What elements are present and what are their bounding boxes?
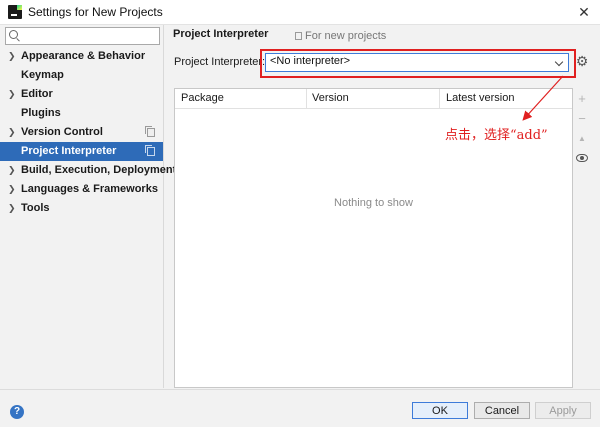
- sidebar-item-label: Languages & Frameworks: [21, 183, 158, 195]
- sidebar-item-plugins[interactable]: Plugins: [0, 104, 163, 123]
- copy-icon: [145, 145, 155, 156]
- settings-sidebar: ❯ Appearance & Behavior Keymap ❯ Editor Plugi…: [0, 25, 176, 388]
- sidebar-item-build-execution-deployment[interactable]: ❯ Build, Execution, Deployment: [0, 161, 176, 180]
- settings-search-input[interactable]: [22, 28, 154, 44]
- settings-search-box[interactable]: [5, 27, 160, 45]
- help-icon[interactable]: ?: [10, 405, 24, 419]
- chevron-right-icon[interactable]: ❯: [8, 199, 16, 218]
- sidebar-item-tools[interactable]: ❯ Tools: [0, 199, 163, 218]
- close-button[interactable]: ✕: [574, 2, 594, 22]
- chevron-right-icon[interactable]: ❯: [8, 161, 16, 180]
- sidebar-item-languages-frameworks[interactable]: ❯ Languages & Frameworks: [0, 180, 163, 199]
- chevron-right-icon[interactable]: ❯: [8, 123, 16, 142]
- dropdown-arrow-button[interactable]: [552, 54, 566, 71]
- sidebar-item-label: Version Control: [21, 126, 103, 138]
- interpreter-dropdown-value: <No interpreter>: [270, 55, 351, 67]
- settings-content-panel: Project Interpreter For new projects Pro…: [164, 25, 600, 388]
- add-package-icon[interactable]: +: [575, 92, 589, 106]
- apply-button[interactable]: Apply: [535, 402, 591, 419]
- window-title: Settings for New Projects: [28, 5, 163, 19]
- sidebar-item-project-interpreter[interactable]: Project Interpreter: [0, 142, 163, 161]
- sidebar-item-label: Editor: [21, 88, 53, 100]
- title-bar: Settings for New Projects ✕: [0, 0, 600, 25]
- package-toolbar: + − ▲: [572, 88, 592, 198]
- sidebar-item-label: Keymap: [21, 69, 64, 81]
- empty-table-text: Nothing to show: [334, 197, 413, 209]
- remove-package-icon[interactable]: −: [575, 112, 589, 126]
- interpreter-label: Project Interpreter:: [174, 56, 266, 68]
- interpreter-dropdown[interactable]: <No interpreter>: [265, 53, 569, 72]
- sidebar-item-label: Build, Execution, Deployment: [21, 164, 177, 176]
- settings-nav-tree: ❯ Appearance & Behavior Keymap ❯ Editor Plugi…: [0, 47, 176, 218]
- eye-icon[interactable]: [576, 154, 588, 162]
- sidebar-item-label: Tools: [21, 202, 50, 214]
- annotation-text: 点击，选择“add”: [445, 128, 548, 143]
- chevron-right-icon[interactable]: ❯: [8, 180, 16, 199]
- sidebar-item-appearance-behavior[interactable]: ❯ Appearance & Behavior: [0, 47, 163, 66]
- sidebar-item-version-control[interactable]: ❯ Version Control: [0, 123, 163, 142]
- sidebar-item-keymap[interactable]: Keymap: [0, 66, 163, 85]
- scope-label: For new projects: [305, 30, 387, 42]
- column-header-package[interactable]: Package: [175, 89, 307, 108]
- dialog-footer: ? OK Cancel Apply: [0, 389, 600, 427]
- column-header-version[interactable]: Version: [306, 89, 440, 108]
- pycharm-logo-icon: [8, 5, 22, 19]
- sidebar-item-label: Plugins: [21, 107, 61, 119]
- chevron-right-icon[interactable]: ❯: [8, 47, 16, 66]
- upgrade-package-icon[interactable]: ▲: [575, 132, 589, 146]
- section-title: Project Interpreter: [173, 28, 269, 40]
- column-header-latest-version[interactable]: Latest version: [440, 89, 572, 108]
- sidebar-item-label: Appearance & Behavior: [21, 50, 146, 62]
- chevron-down-icon: [554, 57, 564, 67]
- cancel-button[interactable]: Cancel: [474, 402, 530, 419]
- copy-icon: [145, 126, 155, 137]
- table-header: Package Version Latest version: [175, 89, 572, 109]
- sidebar-item-label: Project Interpreter: [21, 145, 117, 157]
- sidebar-item-editor[interactable]: ❯ Editor: [0, 85, 163, 104]
- copy-icon: [295, 32, 302, 40]
- chevron-right-icon[interactable]: ❯: [8, 85, 16, 104]
- search-icon: [9, 30, 18, 39]
- ok-button[interactable]: OK: [412, 402, 468, 419]
- gear-icon[interactable]: ⚙: [575, 54, 589, 68]
